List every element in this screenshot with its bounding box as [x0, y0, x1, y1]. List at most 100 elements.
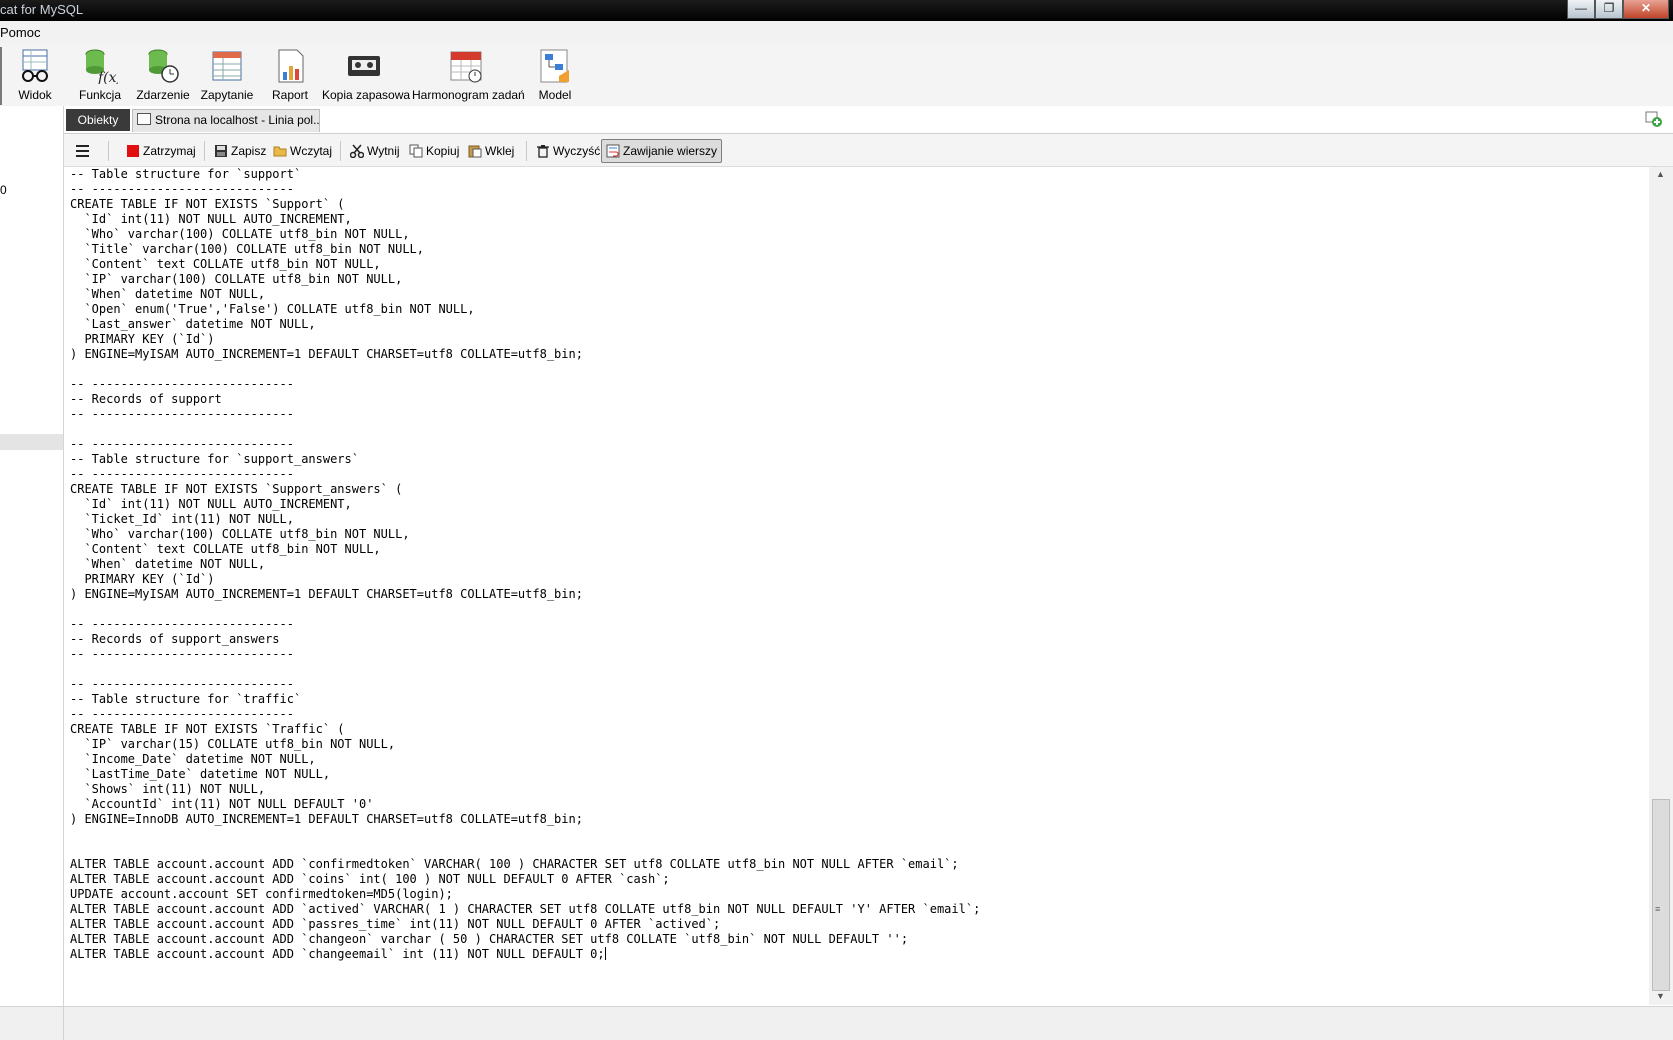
code-line: `Content` text COLLATE utf8_bin NOT NULL… [70, 542, 381, 556]
code-line: PRIMARY KEY (`Id`) [70, 572, 215, 586]
menu-bar: Pomoc [0, 21, 1673, 43]
function-label: Funkcja [78, 88, 122, 102]
backup-label: Kopia zapasowa [322, 88, 411, 102]
code-line: -- ---------------------------- [70, 647, 294, 661]
code-line: `Income_Date` datetime NOT NULL, [70, 752, 316, 766]
paste-icon [468, 144, 482, 158]
copy-button[interactable]: Kopiuj [409, 142, 459, 160]
paste-button[interactable]: Wklej [468, 142, 514, 160]
menu-item-help[interactable]: Pomoc [0, 25, 40, 40]
function-db-icon: f(x) [82, 48, 122, 86]
model-diagram-icon [537, 48, 573, 84]
code-line: CREATE TABLE IF NOT EXISTS `Traffic` ( [70, 722, 345, 736]
scissors-icon [349, 144, 365, 159]
close-button[interactable]: ✕ [1623, 0, 1669, 19]
stop-label: Zatrzymaj [143, 144, 196, 158]
new-tab-icon[interactable] [1645, 110, 1663, 128]
code-line: -- Table structure for `traffic` [70, 692, 302, 706]
editor-menu-button[interactable] [76, 142, 93, 160]
tab-query[interactable]: Strona na localhost - Linia pol... [132, 109, 320, 132]
report-label: Raport [271, 88, 309, 102]
code-line: -- ---------------------------- [70, 377, 294, 391]
clear-button[interactable]: Wyczyść [536, 142, 600, 160]
load-button[interactable]: Wczytaj [273, 142, 332, 160]
stop-button[interactable]: Zatrzymaj [126, 142, 196, 160]
code-line: ) ENGINE=MyISAM AUTO_INCREMENT=1 DEFAULT… [70, 347, 583, 361]
report-chart-icon [272, 48, 308, 84]
code-line: ALTER TABLE account.account ADD `passres… [70, 917, 721, 931]
separator [204, 141, 205, 161]
svg-text:f(x): f(x) [97, 70, 118, 84]
scroll-grip-icon: ≡ [1655, 904, 1661, 914]
main-toolbar: Widok f(x) Funkcja Zdarzenie [0, 43, 1673, 106]
scroll-up-icon[interactable]: ▲ [1656, 169, 1665, 179]
model-button[interactable]: Model [536, 45, 574, 103]
wrap-label: Zawijanie wierszy [623, 144, 718, 158]
event-label: Zdarzenie [136, 88, 190, 102]
code-line: `Title` varchar(100) COLLATE utf8_bin NO… [70, 242, 425, 256]
word-wrap-toggle[interactable]: Zawijanie wierszy [601, 139, 723, 163]
clear-label: Wyczyść [553, 144, 601, 158]
code-line: `Who` varchar(100) COLLATE utf8_bin NOT … [70, 527, 410, 541]
code-line: ALTER TABLE account.account ADD `coins` … [70, 872, 670, 886]
paste-label: Wklej [485, 144, 515, 158]
code-line: -- ---------------------------- [70, 467, 294, 481]
scroll-down-icon[interactable]: ▼ [1656, 991, 1665, 1001]
window-title: cat for MySQL [0, 2, 84, 17]
code-line: `When` datetime NOT NULL, [70, 287, 266, 301]
cut-button[interactable]: Wytnij [349, 142, 400, 160]
separator [340, 141, 341, 161]
code-line: CREATE TABLE IF NOT EXISTS `Support` ( [70, 197, 345, 211]
report-button[interactable]: Raport [270, 45, 310, 103]
trash-icon [536, 144, 550, 158]
left-panel-value: 0 [0, 183, 7, 197]
minimize-button[interactable]: — [1567, 0, 1595, 19]
vertical-scrollbar[interactable]: ▲ ≡ ▼ [1649, 167, 1673, 1005]
code-line: `LastTime_Date` datetime NOT NULL, [70, 767, 331, 781]
copy-label: Kopiuj [426, 144, 460, 158]
code-line: -- Table structure for `support_answers` [70, 452, 359, 466]
save-button[interactable]: Zapisz [214, 142, 266, 160]
code-line: -- ---------------------------- [70, 407, 294, 421]
code-line: `Id` int(11) NOT NULL AUTO_INCREMENT, [70, 497, 352, 511]
glasses-table-icon [17, 48, 53, 84]
maximize-button[interactable]: ❐ [1595, 0, 1623, 19]
query-button[interactable]: Zapytanie [198, 45, 256, 103]
code-line: -- ---------------------------- [70, 707, 294, 721]
schedule-label: Harmonogram zadań [412, 88, 525, 102]
code-line: CREATE TABLE IF NOT EXISTS `Support_answ… [70, 482, 403, 496]
editor-toolbar: Zatrzymaj Zapisz Wczytaj Wytnij Kopiuj W… [64, 134, 1673, 167]
tab-objects[interactable]: Obiekty [66, 109, 130, 131]
separator [108, 141, 109, 161]
sql-editor[interactable]: -- Table structure for `support` -- ----… [64, 167, 1649, 1004]
query-tab-icon [137, 113, 151, 125]
sql-code[interactable]: -- Table structure for `support` -- ----… [64, 167, 1649, 962]
code-line: `Who` varchar(100) COLLATE utf8_bin NOT … [70, 227, 410, 241]
schedule-button[interactable]: Harmonogram zadań [412, 45, 525, 103]
scroll-thumb[interactable] [1652, 799, 1670, 991]
code-line: -- ---------------------------- [70, 617, 294, 631]
backup-button[interactable]: Kopia zapasowa [322, 45, 411, 103]
wrap-icon [606, 143, 620, 158]
event-button[interactable]: Zdarzenie [136, 45, 190, 103]
floppy-icon [214, 144, 228, 158]
left-panel-selection[interactable] [0, 434, 63, 450]
code-line: -- Table structure for `support` [70, 167, 302, 181]
code-line: `Shows` int(11) NOT NULL, [70, 782, 266, 796]
code-line: `Content` text COLLATE utf8_bin NOT NULL… [70, 257, 381, 271]
code-line: -- Records of support [70, 392, 222, 406]
save-label: Zapisz [231, 144, 267, 158]
code-line: ALTER TABLE account.account ADD `actived… [70, 902, 981, 916]
code-line: -- ---------------------------- [70, 437, 294, 451]
title-bar: cat for MySQL — ❐ ✕ [0, 0, 1673, 21]
code-line: `When` datetime NOT NULL, [70, 557, 266, 571]
load-label: Wczytaj [290, 144, 332, 158]
code-line: ) ENGINE=InnoDB AUTO_INCREMENT=1 DEFAULT… [70, 812, 583, 826]
function-button[interactable]: f(x) Funkcja [78, 45, 122, 103]
view-button[interactable]: Widok [14, 45, 56, 103]
code-line: -- ---------------------------- [70, 182, 294, 196]
window-controls: — ❐ ✕ [1567, 0, 1669, 19]
status-bar [0, 1006, 1673, 1040]
query-tab-label: Strona na localhost - Linia pol... [155, 113, 320, 127]
code-line: ALTER TABLE account.account ADD `changee… [70, 947, 605, 961]
